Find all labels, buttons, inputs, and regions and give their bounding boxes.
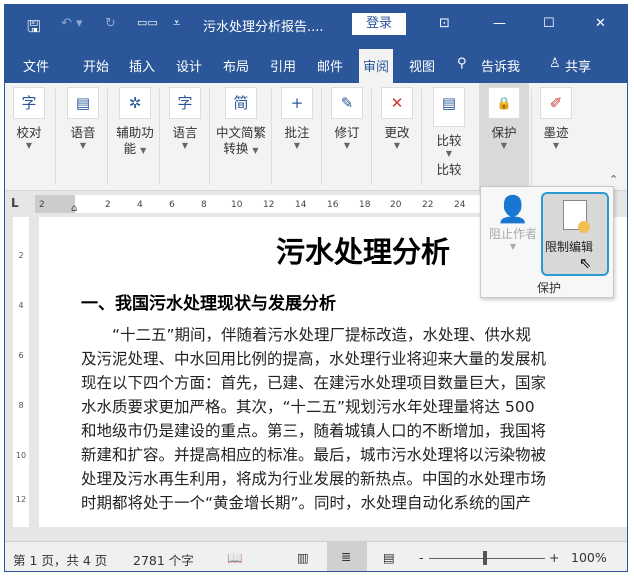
status-bar: 第 1 页，共 4 页 2781 个字 📖 ▥ ≣ ▤ - + 100% [5, 541, 627, 571]
ribbon-tabs: 文件 开始 插入 设计 布局 引用 邮件 审阅 视图 ⚲ 告诉我 ♙ 共享 [5, 45, 627, 83]
tab-home[interactable]: 开始 [83, 56, 109, 75]
undo-icon[interactable]: ↶ ▾ [61, 16, 83, 31]
word-window: 🖫 ↶ ▾ ↻ ▭▭ ⩡ 污水处理分析报告.... 登录 ⊡ — ☐ ✕ 文件 … [4, 4, 628, 572]
tab-view[interactable]: 视图 [409, 56, 435, 75]
zoom-slider[interactable] [429, 558, 545, 559]
block-authors-button[interactable]: 👤 阻止作者 ▼ [485, 195, 541, 251]
simplified-chinese-icon: 简 [225, 87, 257, 119]
document-title-text: 污水处理分析 [276, 235, 451, 269]
block-authors-icon: 👤 [496, 195, 530, 225]
word-count[interactable]: 2781 个字 [133, 550, 194, 569]
tab-mailings[interactable]: 邮件 [317, 56, 343, 75]
collapse-ribbon-icon[interactable]: ⌃ [609, 173, 618, 186]
customize-qat-icon[interactable]: ⩡ [173, 16, 180, 31]
proofing-button[interactable]: 字校对 ▼ [9, 87, 49, 150]
read-aloud-icon: ▤ [67, 87, 99, 119]
comments-button[interactable]: + 批注 ▼ [275, 87, 319, 150]
tab-selector-icon[interactable]: L [11, 196, 19, 210]
touch-mode-icon[interactable]: ▭▭ [137, 16, 158, 29]
tab-design[interactable]: 设计 [176, 56, 202, 75]
document-title: 污水处理分析报告.... [203, 20, 324, 35]
protect-button[interactable]: 🔒 保护 ▼ [481, 87, 527, 150]
maximize-icon[interactable]: ☐ [543, 16, 555, 31]
ribbon-display-icon[interactable]: ⊡ [439, 16, 450, 31]
restrict-editing-icon [563, 200, 590, 233]
ink-icon: ✐ [540, 87, 572, 119]
protect-group-label: 保护 [537, 281, 562, 295]
ribbon: 字校对 ▼ ▤ 语音 ▼ ✲ 辅助功能 ▼ 字语言 ▼ 简中文简繁 转换 ▼ + 批注 ▼ ✎ 修… [5, 83, 627, 191]
mouse-cursor-icon: ⇖ [579, 254, 592, 272]
title-bar: 🖫 ↶ ▾ ↻ ▭▭ ⩡ 污水处理分析报告.... 登录 ⊡ — ☐ ✕ [5, 5, 627, 45]
vertical-ruler: 2 4 6 8 10 12 [5, 217, 35, 527]
protect-dropdown: 👤 阻止作者 ▼ 限制编辑 ⇖ 保护 [480, 186, 614, 298]
share-button[interactable]: 共享 [565, 56, 591, 75]
tab-review[interactable]: 审阅 [359, 49, 394, 83]
minimize-icon[interactable]: — [493, 16, 506, 31]
redo-icon[interactable]: ↻ [105, 16, 116, 31]
read-mode-icon[interactable]: ▥ [297, 550, 309, 565]
tracking-button[interactable]: ✎ 修订 ▼ [325, 87, 369, 150]
speech-button[interactable]: ▤ 语音 ▼ [61, 87, 105, 150]
reject-change-icon: ✕ [381, 87, 413, 119]
language-button[interactable]: 字语言 ▼ [161, 87, 209, 150]
body-paragraph: “十二五”期间，伴随着污水处理厂提标改造，水处理、供水规 及污泥处理、中水回用比例… [81, 326, 547, 512]
page-count[interactable]: 第 1 页，共 4 页 [13, 550, 107, 569]
spelling-icon: 字 [13, 87, 45, 119]
zoom-in-button[interactable]: + [549, 550, 559, 565]
zoom-out-button[interactable]: - [419, 550, 424, 565]
zoom-slider-thumb[interactable] [483, 551, 487, 565]
track-changes-icon: ✎ [331, 87, 363, 119]
tab-references[interactable]: 引用 [270, 56, 296, 75]
compare-group-label: 比较 [436, 162, 462, 177]
language-icon: 字 [169, 87, 201, 119]
protect-document-icon: 🔒 [488, 87, 520, 119]
proofing-status-icon[interactable]: 📖 [227, 550, 243, 566]
tab-file[interactable]: 文件 [23, 56, 49, 75]
user-icon: ♙ [549, 56, 561, 71]
close-icon[interactable]: ✕ [595, 16, 606, 31]
ink-button[interactable]: ✐ 墨迹 ▼ [533, 87, 579, 150]
tell-me-input[interactable]: 告诉我 [481, 56, 520, 75]
chinese-conversion-button[interactable]: 简中文简繁 转换 ▼ [209, 87, 273, 159]
restrict-editing-button[interactable]: 限制编辑 ⇖ [541, 192, 609, 276]
print-layout-icon: ≣ [341, 549, 352, 564]
zoom-level[interactable]: 100% [571, 550, 607, 565]
accessibility-icon: ✲ [119, 87, 151, 119]
tab-layout[interactable]: 布局 [223, 56, 249, 75]
login-button[interactable]: 登录 [352, 13, 406, 35]
new-comment-icon: + [281, 87, 313, 119]
web-layout-icon[interactable]: ▤ [383, 550, 395, 565]
indent-marker-icon[interactable]: ⌂ [71, 203, 77, 214]
tab-insert[interactable]: 插入 [129, 56, 155, 75]
print-layout-button[interactable]: ≣ [327, 542, 367, 571]
accessibility-button[interactable]: ✲ 辅助功能 ▼ [109, 87, 161, 159]
save-icon[interactable]: 🖫 [27, 16, 41, 43]
compare-icon: ▤ [433, 87, 465, 127]
search-icon: ⚲ [457, 56, 467, 71]
changes-button[interactable]: ✕ 更改 ▼ [375, 87, 419, 150]
compare-button[interactable]: ▤ 比较 ▼ 比较 [425, 87, 473, 178]
section-heading: 一、我国污水处理现状与发展分析 [81, 294, 336, 314]
